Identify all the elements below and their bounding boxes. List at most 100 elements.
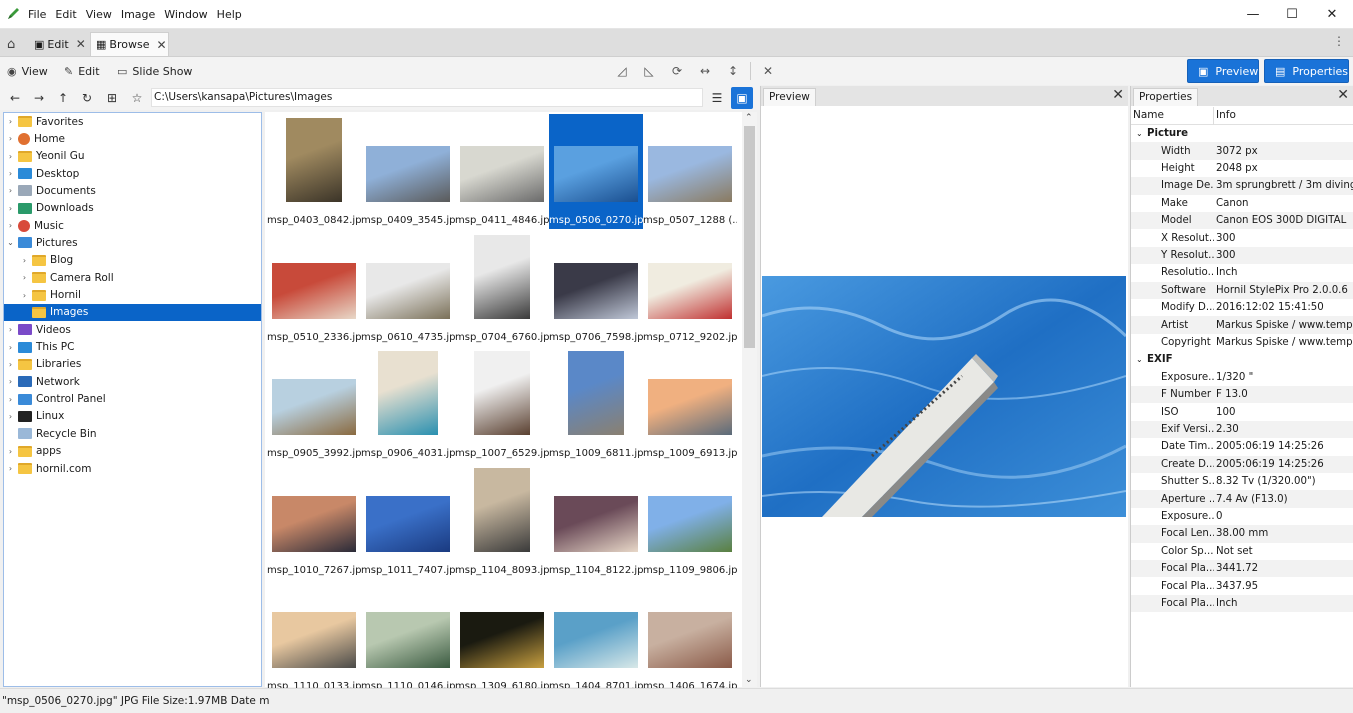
thumbnail-scrollbar[interactable]: ⌃ ⌄: [742, 112, 757, 687]
forward-icon[interactable]: →: [30, 89, 48, 107]
close-properties-icon[interactable]: ✕: [1337, 87, 1349, 103]
tree-item-network[interactable]: › Network: [4, 373, 261, 390]
thumbnail-item[interactable]: msp_0905_3992.jpg: [267, 347, 361, 462]
property-row[interactable]: Copyright Markus Spiske / www.tempora: [1131, 334, 1353, 351]
maximize-button[interactable]: ☐: [1272, 0, 1312, 29]
expand-chevron-icon[interactable]: ›: [6, 221, 15, 230]
expand-chevron-icon[interactable]: ›: [6, 395, 15, 404]
tab-edit[interactable]: ▣ Edit ✕: [29, 32, 88, 56]
tree-item-desktop[interactable]: › Desktop: [4, 165, 261, 182]
thumbnail-item[interactable]: msp_1104_8122.jpg: [549, 464, 643, 579]
property-group[interactable]: ⌄ Picture: [1131, 125, 1353, 142]
column-divider[interactable]: [1213, 107, 1214, 125]
star-icon[interactable]: ☆: [128, 89, 146, 107]
tree-item-downloads[interactable]: › Downloads: [4, 200, 261, 217]
property-row[interactable]: Software Hornil StylePix Pro 2.0.0.6: [1131, 281, 1353, 299]
expand-chevron-icon[interactable]: ›: [6, 360, 15, 369]
thumbnail-item[interactable]: msp_1110_0146.jpg: [361, 580, 455, 695]
tree-item-blog[interactable]: › Blog: [4, 252, 261, 269]
tree-item-videos[interactable]: › Videos: [4, 321, 261, 338]
thumbnail-view-icon[interactable]: ▣: [731, 87, 753, 109]
property-row[interactable]: F Number F 13.0: [1131, 386, 1353, 404]
group-collapse-icon[interactable]: ⌄: [1136, 355, 1143, 364]
menu-view[interactable]: View: [86, 8, 112, 21]
flip-vertical-icon[interactable]: ↕: [724, 62, 742, 80]
thumbnail-item[interactable]: msp_0610_4735.jpg: [361, 231, 455, 346]
expand-chevron-icon[interactable]: ›: [6, 412, 15, 421]
preview-toggle-button[interactable]: ▣ Preview: [1187, 59, 1259, 83]
expand-chevron-icon[interactable]: ›: [6, 169, 15, 178]
thumbnail-item[interactable]: msp_1009_6913.jpg: [643, 347, 737, 462]
property-row[interactable]: Artist Markus Spiske / www.tempora: [1131, 316, 1353, 334]
thumbnail-item[interactable]: msp_0704_6760.jpg: [455, 231, 549, 346]
tree-item-libraries[interactable]: › Libraries: [4, 356, 261, 373]
expand-chevron-icon[interactable]: ›: [6, 447, 15, 456]
thumbnail-item[interactable]: msp_0411_4846.jpg: [455, 114, 549, 229]
close-edit-tab-icon[interactable]: ✕: [76, 37, 86, 51]
menu-edit[interactable]: Edit: [55, 8, 76, 21]
rotate-auto-icon[interactable]: ⟳: [668, 62, 686, 80]
thumbnail-item[interactable]: msp_0507_1288 (...: [643, 114, 737, 229]
tree-item-yeonil-gu[interactable]: › Yeonil Gu: [4, 148, 261, 165]
edit-button[interactable]: ✎ Edit: [64, 62, 100, 80]
tab-browse[interactable]: ▦ Browse ✕: [90, 32, 169, 56]
new-folder-icon[interactable]: ⊞: [103, 89, 121, 107]
minimize-button[interactable]: —: [1233, 0, 1273, 29]
property-row[interactable]: Color Sp... Not set: [1131, 543, 1353, 560]
thumbnail-item[interactable]: msp_0706_7598.jpg: [549, 231, 643, 346]
expand-chevron-icon[interactable]: ⌄: [6, 238, 15, 247]
expand-chevron-icon[interactable]: ›: [6, 377, 15, 386]
expand-chevron-icon[interactable]: ›: [6, 204, 15, 213]
column-info-header[interactable]: Info: [1216, 109, 1236, 121]
tree-item-home[interactable]: › Home: [4, 130, 261, 147]
scroll-down-icon[interactable]: ⌄: [745, 675, 753, 685]
menu-file[interactable]: File: [28, 8, 46, 21]
expand-chevron-icon[interactable]: ›: [6, 186, 15, 195]
thumbnail-item[interactable]: msp_0506_0270.jpg: [549, 114, 643, 229]
group-collapse-icon[interactable]: ⌄: [1136, 129, 1143, 138]
back-icon[interactable]: ←: [6, 89, 24, 107]
tree-item-hornil-com[interactable]: › hornil.com: [4, 460, 261, 477]
menu-window[interactable]: Window: [164, 8, 207, 21]
tree-item-hornil[interactable]: › Hornil: [4, 287, 261, 304]
more-options-icon[interactable]: ⋮: [1333, 34, 1345, 48]
thumbnail-item[interactable]: msp_1309_6180.jpg: [455, 580, 549, 695]
property-row[interactable]: Image De...3m sprungbrett / 3m diving b: [1131, 177, 1353, 195]
tree-item-favorites[interactable]: › Favorites: [4, 113, 261, 130]
thumbnail-item[interactable]: msp_0403_0842.jpg: [267, 114, 361, 229]
slideshow-button[interactable]: ▭ Slide Show: [117, 62, 192, 80]
expand-chevron-icon[interactable]: ›: [6, 134, 15, 143]
expand-chevron-icon[interactable]: ›: [20, 273, 29, 282]
expand-chevron-icon[interactable]: ›: [20, 256, 29, 265]
tree-item-documents[interactable]: › Documents: [4, 182, 261, 199]
tree-item-pictures[interactable]: ⌄ Pictures: [4, 234, 261, 251]
home-tab[interactable]: ⌂: [2, 32, 28, 56]
property-row[interactable]: Focal Pla... 3437.95: [1131, 577, 1353, 594]
tree-item-apps[interactable]: › apps: [4, 443, 261, 460]
close-preview-icon[interactable]: ✕: [1112, 87, 1124, 103]
property-row[interactable]: Focal Len... 38.00 mm: [1131, 525, 1353, 543]
thumbnail-item[interactable]: msp_1010_7267.jpg: [267, 464, 361, 579]
property-row[interactable]: Focal Pla... 3441.72: [1131, 560, 1353, 578]
property-row[interactable]: Shutter S... 8.32 Tv (1/320.00"): [1131, 473, 1353, 490]
expand-chevron-icon[interactable]: ›: [6, 464, 15, 473]
property-row[interactable]: X Resolut... 300: [1131, 229, 1353, 246]
rotate-right-icon[interactable]: ◺: [640, 62, 658, 80]
thumbnail-item[interactable]: msp_1011_7407.jpg: [361, 464, 455, 579]
property-row[interactable]: Model Canon EOS 300D DIGITAL: [1131, 212, 1353, 230]
scroll-up-icon[interactable]: ⌃: [745, 113, 753, 123]
property-row[interactable]: Focal Pla... Inch: [1131, 594, 1353, 613]
thumbnail-item[interactable]: msp_0510_2336.jpg: [267, 231, 361, 346]
property-row[interactable]: Height 2048 px: [1131, 160, 1353, 177]
thumbnail-item[interactable]: msp_1404_8701.jpg: [549, 580, 643, 695]
property-row[interactable]: Date Tim... 2005:06:19 14:25:26: [1131, 438, 1353, 455]
expand-chevron-icon[interactable]: ›: [6, 152, 15, 161]
thumbnail-item[interactable]: msp_1110_0133.jpg: [267, 580, 361, 695]
expand-chevron-icon[interactable]: ›: [6, 325, 15, 334]
menu-help[interactable]: Help: [217, 8, 242, 21]
thumbnail-item[interactable]: msp_1007_6529.jpg: [455, 347, 549, 462]
rotate-left-icon[interactable]: ◿: [613, 62, 631, 80]
column-name-header[interactable]: Name: [1133, 109, 1164, 121]
close-browse-tab-icon[interactable]: ✕: [156, 38, 166, 52]
flip-horizontal-icon[interactable]: ↔: [696, 62, 714, 80]
